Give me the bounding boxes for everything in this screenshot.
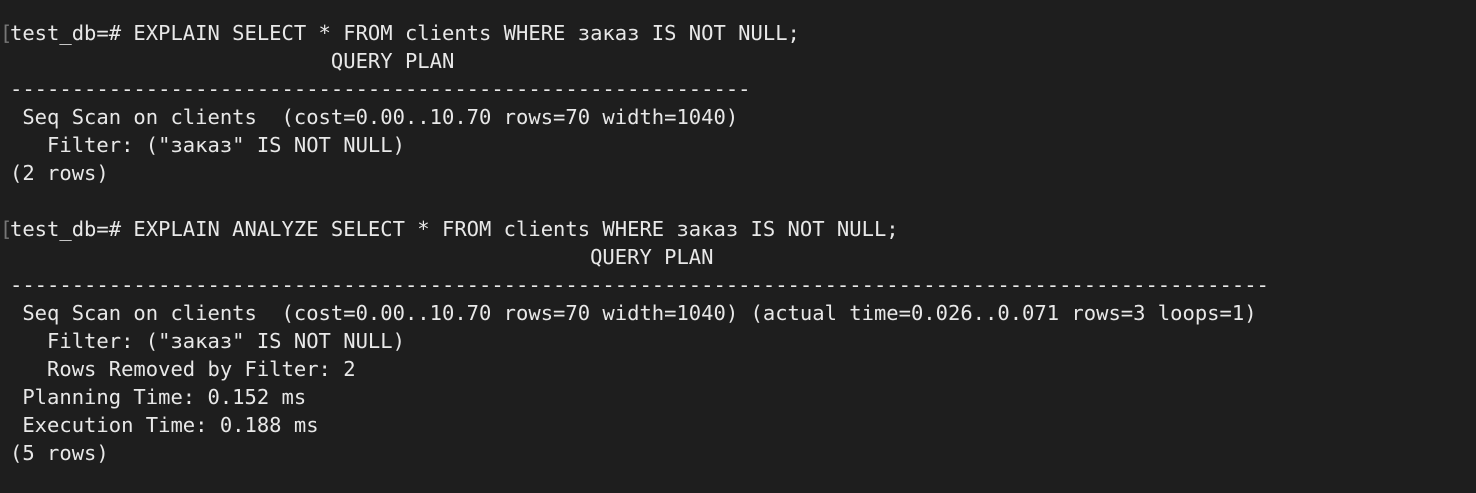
command-line: [test_db=# EXPLAIN SELECT * FROM clients…	[0, 19, 1476, 47]
separator-line: ----------------------------------------…	[10, 273, 1269, 297]
output-line: Execution Time: 0.188 ms	[0, 411, 1476, 439]
output-line: ----------------------------------------…	[0, 271, 1476, 299]
output-line: QUERY PLAN	[0, 47, 1476, 75]
plan-row: Filter: ("заказ" IS NOT NULL)	[10, 329, 405, 353]
output-line: (2 rows)	[0, 159, 1476, 187]
query-plan-header: QUERY PLAN	[10, 49, 455, 73]
execution-time: Execution Time: 0.188 ms	[10, 413, 319, 437]
line-marker: [	[0, 217, 13, 241]
query-plan-header: QUERY PLAN	[10, 245, 714, 269]
plan-row: Filter: ("заказ" IS NOT NULL)	[10, 133, 405, 157]
command-text: test_db=# EXPLAIN ANALYZE SELECT * FROM …	[10, 217, 899, 241]
planning-time: Planning Time: 0.152 ms	[10, 385, 307, 409]
output-line: Filter: ("заказ" IS NOT NULL)	[0, 327, 1476, 355]
row-count: (2 rows)	[10, 161, 109, 185]
line-marker: [	[0, 21, 13, 45]
output-line: Planning Time: 0.152 ms	[0, 383, 1476, 411]
plan-row: Seq Scan on clients (cost=0.00..10.70 ro…	[10, 105, 739, 129]
command-text: test_db=# EXPLAIN SELECT * FROM clients …	[10, 21, 800, 45]
output-line: ----------------------------------------…	[0, 75, 1476, 103]
row-count: (5 rows)	[10, 441, 109, 465]
output-line: QUERY PLAN	[0, 243, 1476, 271]
output-line: Filter: ("заказ" IS NOT NULL)	[0, 131, 1476, 159]
terminal-window[interactable]: [test_db=# EXPLAIN SELECT * FROM clients…	[0, 0, 1476, 493]
separator-line: ----------------------------------------…	[10, 77, 751, 101]
output-line: Rows Removed by Filter: 2	[0, 355, 1476, 383]
output-line: Seq Scan on clients (cost=0.00..10.70 ro…	[0, 103, 1476, 131]
plan-row: Seq Scan on clients (cost=0.00..10.70 ro…	[10, 301, 1257, 325]
command-line: [test_db=# EXPLAIN ANALYZE SELECT * FROM…	[0, 215, 1476, 243]
output-line: (5 rows)	[0, 439, 1476, 467]
plan-row: Rows Removed by Filter: 2	[10, 357, 356, 381]
output-line: Seq Scan on clients (cost=0.00..10.70 ro…	[0, 299, 1476, 327]
